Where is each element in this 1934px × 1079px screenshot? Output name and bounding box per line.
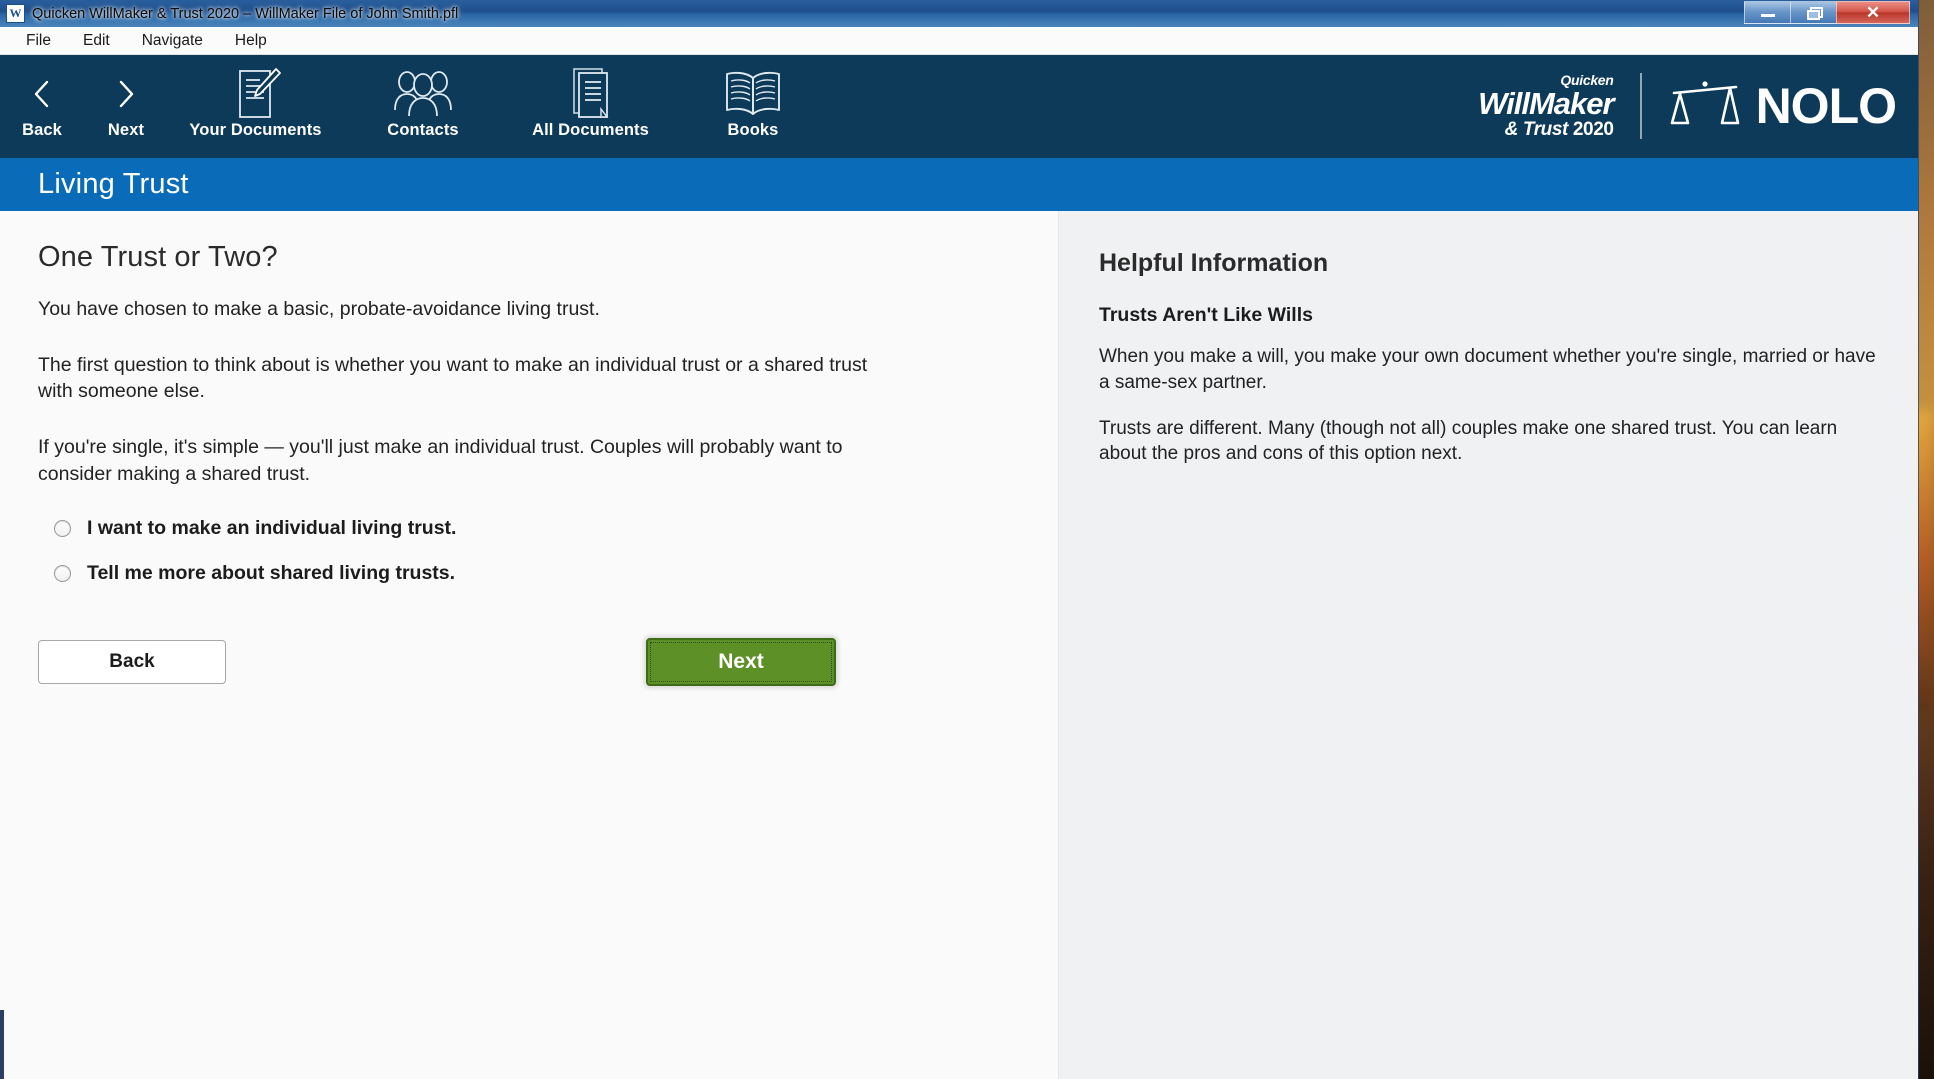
toolbar-button-books[interactable]: Books bbox=[678, 55, 828, 140]
radio-button-shared[interactable] bbox=[54, 564, 71, 582]
toolbar-nav-group: Back Next Your Documents Contacts All Do… bbox=[0, 55, 828, 140]
radio-option-shared-trust[interactable]: Tell me more about shared living trusts. bbox=[38, 562, 1018, 585]
toolbar-label-books: Books bbox=[727, 121, 779, 139]
close-button[interactable]: ✕ bbox=[1836, 1, 1910, 24]
section-header-bar: Living Trust bbox=[0, 158, 1918, 211]
menu-item-file[interactable]: File bbox=[20, 32, 67, 50]
menu-item-help[interactable]: Help bbox=[219, 32, 283, 50]
brand-willmaker-text: WillMaker bbox=[1478, 86, 1614, 121]
page-title: One Trust or Two? bbox=[38, 241, 278, 273]
sidebar-paragraph-2: Trusts are different. Many (though not a… bbox=[1099, 417, 1838, 465]
content-area: One Trust or Two? You have chosen to mak… bbox=[0, 211, 1918, 1079]
maximize-button[interactable] bbox=[1790, 1, 1836, 24]
toolbar-button-back[interactable]: Back bbox=[0, 55, 84, 140]
sidebar-paragraph-1: When you make a will, you make your own … bbox=[1099, 346, 1876, 393]
body-paragraph-1: You have chosen to make a basic, probate… bbox=[38, 298, 600, 320]
toolbar-label-your-documents: Your Documents bbox=[189, 121, 322, 139]
radio-option-individual-trust[interactable]: I want to make an individual living trus… bbox=[38, 517, 1018, 540]
open-book-icon bbox=[722, 65, 784, 123]
next-button-wrapper: Next bbox=[646, 637, 836, 686]
section-title: Living Trust bbox=[38, 168, 189, 200]
radio-label-individual: I want to make an individual living trus… bbox=[87, 516, 457, 539]
stacked-documents-icon bbox=[564, 65, 618, 123]
chevron-left-icon bbox=[29, 65, 55, 123]
brand-quicken-text: Quicken bbox=[1560, 72, 1614, 88]
people-group-icon bbox=[392, 65, 454, 123]
menu-item-edit[interactable]: Edit bbox=[67, 32, 126, 50]
brand-trust-word: Trust bbox=[1522, 119, 1569, 140]
brand-divider bbox=[1639, 73, 1642, 139]
window-title: Quicken WillMaker & Trust 2020 – WillMak… bbox=[32, 5, 459, 22]
application-window: W Quicken WillMaker & Trust 2020 – WillM… bbox=[0, 0, 1918, 1079]
nolo-logo: NOLO bbox=[1668, 78, 1897, 135]
sidebar-subheading: Trusts Aren't Like Wills bbox=[1099, 304, 1313, 326]
toolbar-button-all-documents[interactable]: All Documents bbox=[503, 55, 678, 140]
restore-icon bbox=[1806, 6, 1823, 20]
helpful-information-pane: Helpful Information Trusts Aren't Like W… bbox=[1058, 211, 1918, 1079]
window-left-edge bbox=[0, 1010, 4, 1079]
nolo-text: NOLO bbox=[1755, 78, 1897, 134]
body-paragraph-3: If you're single, it's simple — you'll j… bbox=[38, 436, 843, 485]
toolbar-label-contacts: Contacts bbox=[387, 121, 459, 139]
next-button[interactable]: Next bbox=[646, 637, 836, 686]
navigation-button-row: Back Next bbox=[38, 637, 836, 686]
toolbar-button-next[interactable]: Next bbox=[84, 55, 168, 140]
document-pencil-icon bbox=[227, 65, 285, 123]
minimize-icon bbox=[1760, 14, 1775, 17]
main-pane: One Trust or Two? You have chosen to mak… bbox=[0, 211, 1058, 1079]
toolbar-label-back: Back bbox=[22, 121, 62, 139]
toolbar-label-all-documents: All Documents bbox=[532, 121, 649, 139]
willmaker-logo: Quicken WillMaker & Trust 2020 bbox=[1478, 72, 1614, 140]
minimize-button[interactable] bbox=[1744, 1, 1790, 24]
brand-year: 2020 bbox=[1572, 119, 1614, 140]
radio-label-shared: Tell me more about shared living trusts. bbox=[87, 561, 456, 584]
window-controls: ✕ bbox=[1744, 1, 1910, 24]
app-icon: W bbox=[6, 4, 25, 23]
toolbar-button-contacts[interactable]: Contacts bbox=[343, 55, 503, 140]
brand-block: Quicken WillMaker & Trust 2020 NOLO bbox=[1478, 72, 1897, 140]
brand-amp: & bbox=[1504, 119, 1519, 140]
title-bar: W Quicken WillMaker & Trust 2020 – WillM… bbox=[0, 0, 1918, 27]
body-paragraph-2: The first question to think about is whe… bbox=[38, 353, 868, 403]
toolbar-button-your-documents[interactable]: Your Documents bbox=[168, 55, 343, 140]
back-button[interactable]: Back bbox=[38, 639, 226, 684]
scales-of-justice-icon bbox=[1668, 78, 1742, 135]
radio-group-trust-type: I want to make an individual living trus… bbox=[38, 517, 1018, 585]
menu-item-navigate[interactable]: Navigate bbox=[126, 32, 219, 50]
brand-trust-text: & Trust 2020 bbox=[1478, 119, 1614, 140]
menu-bar: File Edit Navigate Help bbox=[0, 27, 1918, 55]
radio-button-individual[interactable] bbox=[54, 519, 71, 537]
toolbar-label-next: Next bbox=[107, 121, 145, 139]
main-toolbar: Back Next Your Documents Contacts All Do… bbox=[0, 55, 1918, 158]
chevron-right-icon bbox=[113, 65, 139, 123]
sidebar-heading: Helpful Information bbox=[1099, 249, 1329, 277]
